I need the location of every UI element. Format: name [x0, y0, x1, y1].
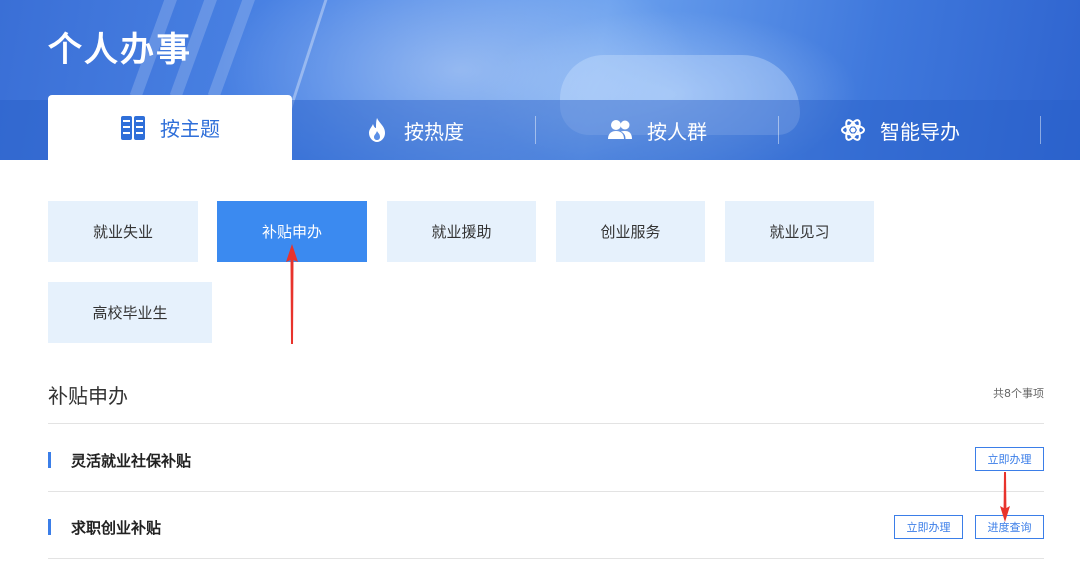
tab-label: 按热度 — [404, 119, 464, 144]
flame-icon — [364, 117, 390, 143]
annotation-arrow-down — [1000, 472, 1010, 522]
category-entrepreneurship-service[interactable]: 创业服务 — [556, 201, 705, 262]
page-title: 个人办事 — [48, 30, 192, 70]
theme-grid-icon — [120, 115, 146, 141]
atom-icon — [840, 117, 866, 143]
header-banner: 个人办事 按主题 按热度 按人群 智能导办 — [0, 0, 1080, 160]
category-employment-unemployment[interactable]: 就业失业 — [48, 201, 198, 262]
tab-bar: 按主题 按热度 按人群 智能导办 — [0, 95, 1080, 160]
category-college-graduates[interactable]: 高校毕业生 — [48, 282, 212, 343]
tab-by-theme[interactable]: 按主题 — [48, 95, 292, 160]
row-accent-bar — [48, 452, 51, 468]
divider — [48, 558, 1044, 559]
tab-by-group[interactable]: 按人群 — [535, 100, 779, 160]
apply-now-button[interactable]: 立即办理 — [975, 447, 1044, 471]
tab-by-popularity[interactable]: 按热度 — [292, 100, 536, 160]
tab-label: 按人群 — [647, 119, 707, 144]
apply-now-button[interactable]: 立即办理 — [894, 515, 963, 539]
divider — [48, 491, 1044, 492]
tab-label: 按主题 — [160, 117, 220, 141]
section-item-count: 共8个事项 — [993, 387, 1044, 400]
users-icon — [607, 117, 633, 143]
divider — [48, 423, 1044, 424]
item-name: 求职创业补贴 — [71, 519, 162, 537]
section-title: 补贴申办 — [48, 384, 128, 408]
row-accent-bar — [48, 519, 51, 535]
category-employment-internship[interactable]: 就业见习 — [725, 201, 874, 262]
annotation-arrow-up — [286, 244, 298, 344]
tab-divider — [1040, 116, 1041, 144]
tab-smart-guide[interactable]: 智能导办 — [778, 100, 1022, 160]
category-employment-assistance[interactable]: 就业援助 — [387, 201, 536, 262]
tab-label: 智能导办 — [880, 119, 960, 144]
item-name: 灵活就业社保补贴 — [71, 452, 192, 470]
